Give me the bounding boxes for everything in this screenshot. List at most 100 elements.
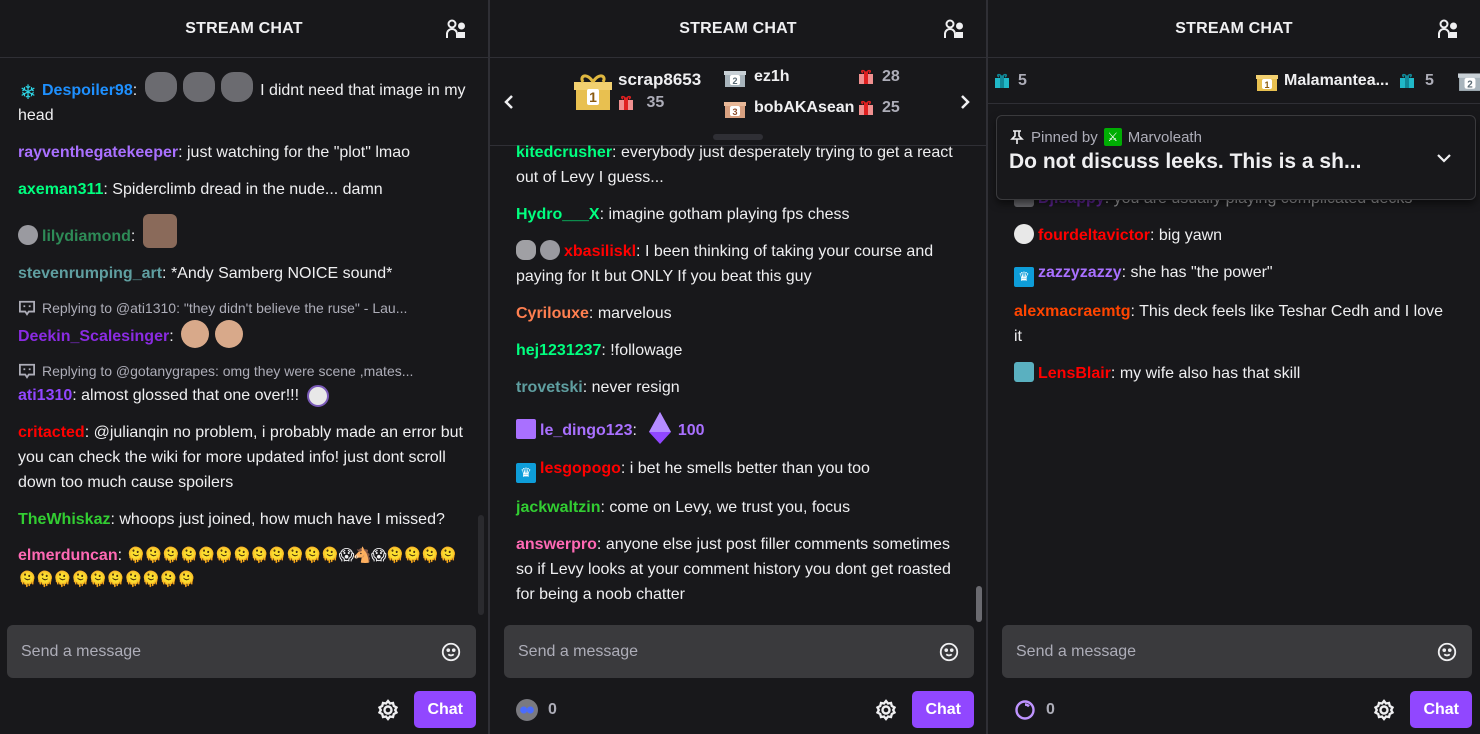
chat-button[interactable]: Chat <box>912 691 974 728</box>
message-text: come on Levy, we trust you, focus <box>609 499 851 516</box>
community-icon[interactable] <box>1436 17 1460 41</box>
gift-icon <box>859 69 873 84</box>
chevron-right-icon[interactable] <box>954 92 974 112</box>
username[interactable]: xbasiliskl <box>564 243 636 260</box>
username[interactable]: lilydiamond <box>42 228 131 245</box>
message-text: almost glossed that one over!!! <box>81 387 300 404</box>
cat-emote-icon <box>144 72 177 102</box>
svg-text:3: 3 <box>732 107 737 117</box>
channel-points[interactable]: 0 <box>1014 699 1055 721</box>
username[interactable]: Despoiler98 <box>42 82 133 99</box>
username[interactable]: alexmacraemtg <box>1014 303 1131 320</box>
leaderboard-prev-entry[interactable]: 5 <box>994 72 1027 90</box>
reply-context[interactable]: Replying to @gotanygrapes: omg they were… <box>18 361 470 381</box>
pinned-label: Pinned by <box>1031 128 1098 146</box>
emote-picker-icon[interactable] <box>1436 641 1458 663</box>
username[interactable]: ati1310 <box>18 387 72 404</box>
scrollbar[interactable] <box>976 586 982 622</box>
message-input[interactable] <box>518 642 938 661</box>
chat-footer: 0 Chat <box>490 691 986 728</box>
bronze-gift-rank-icon: 3 <box>724 102 746 118</box>
chat-message: ♛ zazzyzazzy: she has "the power" <box>1014 254 1454 293</box>
cheer-amount: 100 <box>677 422 705 439</box>
emote-picker-icon[interactable] <box>938 641 960 663</box>
bits-cheer-icon <box>649 412 672 444</box>
leaderboard-entry-1[interactable]: 1 Malamantea... 5 <box>1256 70 1434 92</box>
leaderboard-entry-2[interactable]: 2 <box>1458 68 1480 92</box>
laugh-emote-icon <box>215 320 244 348</box>
username[interactable]: stevenrumping_art <box>18 265 162 282</box>
username[interactable]: Deekin_Scalesinger <box>18 328 169 345</box>
chat-message: lilydiamond: <box>18 208 470 255</box>
username[interactable]: trovetski <box>516 379 583 396</box>
community-icon[interactable] <box>444 17 468 41</box>
gear-icon[interactable] <box>874 698 898 722</box>
message-text: Spiderclimb dread in the nude... damn <box>112 181 383 198</box>
username[interactable]: answerpro <box>516 536 597 553</box>
username[interactable]: kitedcrusher <box>516 144 612 161</box>
svg-text:2: 2 <box>1467 80 1473 91</box>
reply-icon <box>19 363 35 379</box>
gift-icon <box>1399 73 1414 88</box>
leaderboard-entry-3[interactable]: 3 bobAKAsean <box>724 97 854 119</box>
username[interactable]: le_dingo123 <box>540 422 632 439</box>
gold-gift-rank-icon: 1 <box>1256 75 1278 91</box>
username[interactable]: axeman311 <box>18 181 103 198</box>
message-list: Djisappy: you are usually playing compli… <box>988 180 1480 392</box>
moderator-badge-icon: ⚔ <box>1103 128 1122 146</box>
prime-crown-badge-icon: ♛ <box>1014 267 1034 287</box>
community-icon[interactable] <box>942 17 966 41</box>
emote-picker-icon[interactable] <box>440 641 462 663</box>
username[interactable]: fourdeltavictor <box>1038 227 1150 244</box>
chevron-down-icon[interactable] <box>1435 149 1453 167</box>
message-text: she has "the power" <box>1130 264 1273 281</box>
scrollbar[interactable] <box>478 515 484 615</box>
header-title: STREAM CHAT <box>679 19 797 37</box>
reply-context[interactable]: Replying to @ati1310: "they didn't belie… <box>18 298 470 318</box>
username[interactable]: rayventhegatekeeper <box>18 144 178 161</box>
gear-icon[interactable] <box>1372 698 1396 722</box>
chat-message: ❄ Despoiler98: I didnt need that image in… <box>18 66 470 134</box>
username[interactable]: hej1231237 <box>516 342 601 359</box>
message-list: kitedcrusher: everybody just desperately… <box>490 134 986 613</box>
username[interactable]: zazzyzazzy <box>1038 264 1122 281</box>
chat-button[interactable]: Chat <box>1410 691 1472 728</box>
chat-message: LensBlair: my wife also has that skill <box>1014 355 1454 392</box>
username[interactable]: critacted <box>18 424 85 441</box>
laugh-emote-icon <box>181 320 210 348</box>
chat-header: STREAM CHAT <box>490 0 986 58</box>
chat-message: axeman311: Spiderclimb dread in the nude… <box>18 181 383 198</box>
username[interactable]: TheWhiskaz <box>18 511 110 528</box>
facepalm-emote-icon <box>142 214 177 248</box>
chat-message: Hydro___X: imagine gotham playing fps ch… <box>516 206 850 223</box>
pin-icon <box>1010 130 1024 144</box>
message-text: never resign <box>591 379 680 396</box>
username[interactable]: LensBlair <box>1038 365 1111 382</box>
chat-message: answerpro: anyone else just post filler … <box>516 536 951 603</box>
cat-emote-icon <box>220 72 253 102</box>
chat-button[interactable]: Chat <box>414 691 476 728</box>
message-text: *Andy Samberg NOICE sound* <box>170 265 393 282</box>
svg-text:1: 1 <box>1264 80 1269 90</box>
pinned-message[interactable]: Pinned by ⚔ Marvoleath Do not discuss le… <box>996 115 1476 200</box>
chat-message: TheWhiskaz: whoops just joined, how much… <box>18 511 445 528</box>
username[interactable]: Hydro___X <box>516 206 600 223</box>
leaderboard-entry-2[interactable]: 2 ez1h <box>724 66 790 88</box>
message-input[interactable] <box>21 642 440 661</box>
username[interactable]: elmerduncan <box>18 547 118 564</box>
reply-message: Replying to @gotanygrapes: omg they were… <box>18 355 470 414</box>
chevron-left-icon[interactable] <box>500 92 520 112</box>
sub-gifter-badge-icon <box>18 225 38 245</box>
channel-points-icon <box>1015 699 1035 720</box>
chat-message: xbasiliskl: I been thinking of taking yo… <box>516 233 960 295</box>
username[interactable]: lesgopogo <box>540 460 621 477</box>
username[interactable]: jackwaltzin <box>516 499 600 516</box>
username[interactable]: Cyrilouxe <box>516 305 589 322</box>
message-input[interactable] <box>1016 642 1436 661</box>
channel-points[interactable]: 0 <box>516 698 557 721</box>
gift-count: 5 <box>1424 72 1434 89</box>
gear-icon[interactable] <box>376 698 400 722</box>
gift-leaderboard: 1 scrap8653 35 2 ez1h 28 3 bobAKAsean 25 <box>490 58 986 146</box>
pinned-by-user: Marvoleath <box>1127 128 1202 146</box>
chat-message: kitedcrusher: everybody just desperately… <box>516 144 953 186</box>
